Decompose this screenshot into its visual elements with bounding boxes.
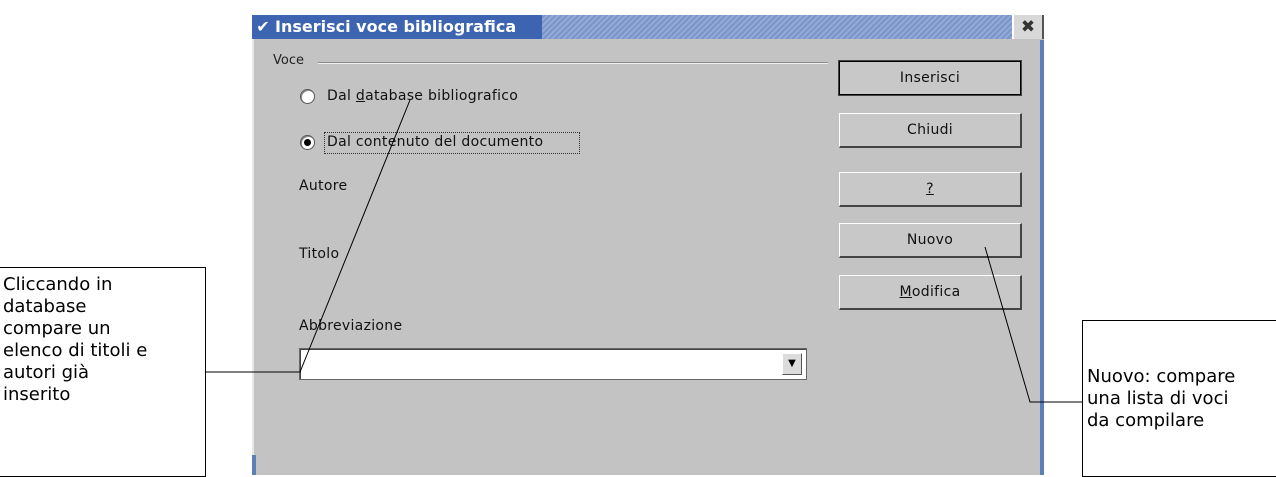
dialog-frame-right [1040, 40, 1044, 475]
radio-database[interactable] [300, 89, 315, 104]
abbreviation-label: Abbreviazione [299, 318, 403, 334]
help-button[interactable]: ? [839, 172, 1022, 207]
author-label: Autore [299, 178, 348, 194]
radio-database-label[interactable]: Dal database bibliografico [327, 88, 518, 104]
callout-database: Cliccando in database compare un elenco … [0, 267, 206, 477]
new-button[interactable]: Nuovo [839, 223, 1022, 258]
callout-new: Nuovo: compare una lista di voci da comp… [1082, 320, 1276, 477]
dialog-frame-left [252, 455, 256, 475]
radio-document[interactable] [300, 135, 315, 150]
close-button[interactable]: Chiudi [839, 113, 1022, 148]
title-label: Titolo [299, 246, 340, 262]
radio-document-label[interactable]: Dal contenuto del documento [327, 134, 543, 150]
chevron-down-icon[interactable]: ✔ [254, 18, 272, 36]
dialog-title: Inserisci voce bibliografica [275, 17, 517, 36]
modify-button[interactable]: Modifica [839, 275, 1022, 310]
group-label-voce: Voce [273, 53, 304, 68]
insert-button[interactable]: Inserisci [838, 60, 1022, 96]
close-icon[interactable]: ✖ [1012, 15, 1044, 39]
dropdown-arrow-icon[interactable]: ▼ [782, 353, 802, 375]
abbreviation-combobox[interactable]: ▼ [299, 348, 807, 380]
group-divider [318, 62, 828, 64]
